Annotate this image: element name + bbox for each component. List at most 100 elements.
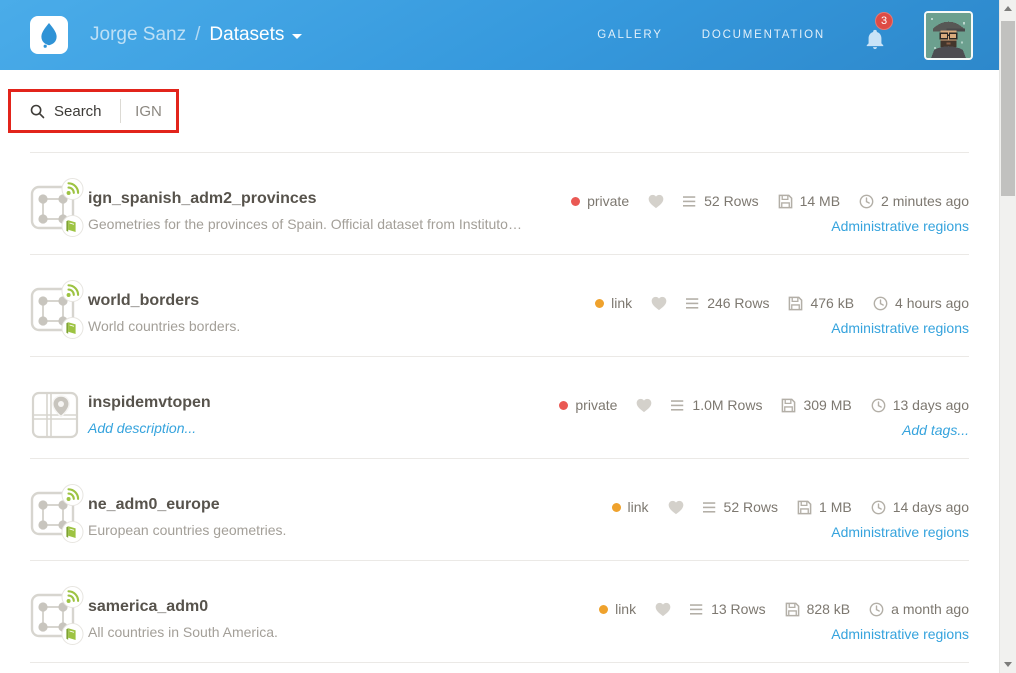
dataset-name[interactable]: inspidemvtopen	[88, 394, 211, 412]
privacy-dot-icon	[599, 605, 608, 614]
carto-datasets-page: Jorge Sanz / Datasets GALLERY DOCUMENTAT…	[0, 0, 1016, 673]
updated-label: a month ago	[891, 601, 969, 617]
dataset-name[interactable]: ne_adm0_europe	[88, 496, 286, 514]
dataset-row[interactable]: inspidemvtopen Add description... privat…	[30, 357, 969, 459]
chevron-down-icon	[292, 34, 302, 39]
add-tags-link[interactable]: Add tags...	[902, 422, 969, 438]
clock-icon	[873, 296, 888, 311]
dataset-meta: private 52 Rows 14 MB 2	[552, 193, 969, 236]
notification-badge: 3	[875, 12, 893, 30]
like-button[interactable]	[655, 602, 671, 617]
dataset-size: 309 MB	[781, 397, 851, 413]
dataset-name[interactable]: ign_spanish_adm2_provinces	[88, 190, 522, 208]
notifications-button[interactable]: 3	[864, 20, 890, 50]
scroll-down-arrow-icon[interactable]	[1000, 656, 1016, 673]
dataset-row[interactable]: ign_spanish_adm2_provinces Geometries fo…	[30, 153, 969, 255]
row-count: 1.0M Rows	[671, 397, 762, 413]
updated-label: 13 days ago	[893, 397, 969, 413]
vertical-scrollbar[interactable]	[999, 0, 1016, 673]
privacy-label: link	[628, 499, 649, 515]
search-filter-tag[interactable]: IGN	[121, 103, 176, 120]
row-count: 52 Rows	[703, 499, 778, 515]
dataset-description: Geometries for the provinces of Spain. O…	[88, 216, 522, 232]
dataset-list: ign_spanish_adm2_provinces Geometries fo…	[30, 152, 969, 663]
search-icon	[30, 104, 45, 119]
dataset-row[interactable]: samerica_adm0 All countries in South Ame…	[30, 561, 969, 663]
search-label: Search	[54, 103, 102, 120]
dataset-meta: link 13 Rows 828 kB a mo	[580, 601, 969, 644]
carto-logo[interactable]	[30, 16, 68, 54]
rows-icon	[703, 501, 717, 514]
updated-label: 4 hours ago	[895, 295, 969, 311]
size-label: 14 MB	[800, 193, 840, 209]
dataset-tag-link[interactable]: Administrative regions	[831, 218, 969, 234]
dataset-tag-link[interactable]: Administrative regions	[831, 524, 969, 540]
last-updated: 4 hours ago	[873, 295, 969, 311]
privacy-status[interactable]: link	[595, 295, 632, 311]
dataset-size: 1 MB	[797, 499, 852, 515]
avatar-image	[926, 13, 971, 58]
add-description-link[interactable]: Add description...	[88, 420, 211, 436]
privacy-label: link	[611, 295, 632, 311]
rows-icon	[690, 603, 704, 616]
last-updated: a month ago	[869, 601, 969, 617]
breadcrumb-section-dropdown[interactable]: Datasets	[209, 24, 302, 46]
clock-icon	[869, 602, 884, 617]
dataset-description: World countries borders.	[88, 318, 240, 334]
like-button[interactable]	[668, 500, 684, 515]
row-count-label: 52 Rows	[704, 193, 758, 209]
dataset-info: ign_spanish_adm2_provinces Geometries fo…	[88, 190, 522, 232]
dataset-description: European countries geometries.	[88, 522, 286, 538]
scrollbar-thumb[interactable]	[1001, 21, 1015, 196]
disk-icon	[788, 296, 803, 311]
dataset-meta: private 1.0M Rows 309 MB	[540, 397, 969, 440]
privacy-status[interactable]: link	[612, 499, 649, 515]
heart-icon	[636, 398, 652, 413]
dataset-tag-link[interactable]: Administrative regions	[831, 320, 969, 336]
dataset-name[interactable]: world_borders	[88, 292, 240, 310]
clock-icon	[871, 500, 886, 515]
avatar[interactable]	[924, 11, 973, 60]
rows-icon	[683, 195, 697, 208]
clock-icon	[859, 194, 874, 209]
like-button[interactable]	[648, 194, 664, 209]
annotation-highlight-box: Search IGN	[8, 89, 179, 133]
search-button[interactable]: Search	[11, 103, 120, 120]
like-button[interactable]	[636, 398, 652, 413]
size-label: 309 MB	[803, 397, 851, 413]
heart-icon	[651, 296, 667, 311]
dataset-meta: link 246 Rows 476 kB 4 h	[576, 295, 969, 338]
privacy-status[interactable]: link	[599, 601, 636, 617]
header-actions: GALLERY DOCUMENTATION 3	[597, 0, 973, 70]
row-count: 52 Rows	[683, 193, 758, 209]
scroll-up-arrow-icon[interactable]	[1000, 0, 1016, 17]
updated-label: 2 minutes ago	[881, 193, 969, 209]
dataset-size: 476 kB	[788, 295, 854, 311]
privacy-status[interactable]: private	[571, 193, 629, 209]
last-updated: 2 minutes ago	[859, 193, 969, 209]
breadcrumb-user[interactable]: Jorge Sanz	[90, 24, 186, 46]
heart-icon	[655, 602, 671, 617]
dataset-name[interactable]: samerica_adm0	[88, 598, 278, 616]
last-updated: 13 days ago	[871, 397, 969, 413]
nav-documentation[interactable]: DOCUMENTATION	[702, 29, 825, 41]
geometry-dataset-icon	[30, 586, 84, 646]
privacy-status[interactable]: private	[559, 397, 617, 413]
privacy-dot-icon	[559, 401, 568, 410]
nav-gallery[interactable]: GALLERY	[597, 29, 662, 41]
dataset-info: samerica_adm0 All countries in South Ame…	[88, 598, 278, 640]
dataset-row[interactable]: ne_adm0_europe European countries geomet…	[30, 459, 969, 561]
dataset-tag-link[interactable]: Administrative regions	[831, 626, 969, 642]
dataset-info: ne_adm0_europe European countries geomet…	[88, 496, 286, 538]
like-button[interactable]	[651, 296, 667, 311]
droplet-logo-icon	[38, 22, 60, 48]
bell-icon	[864, 27, 886, 51]
dataset-row[interactable]: world_borders World countries borders. l…	[30, 255, 969, 357]
last-updated: 14 days ago	[871, 499, 969, 515]
disk-icon	[781, 398, 796, 413]
privacy-dot-icon	[612, 503, 621, 512]
disk-icon	[785, 602, 800, 617]
size-label: 1 MB	[819, 499, 852, 515]
search-control: Search IGN	[11, 92, 176, 130]
geometry-dataset-icon	[30, 280, 84, 340]
